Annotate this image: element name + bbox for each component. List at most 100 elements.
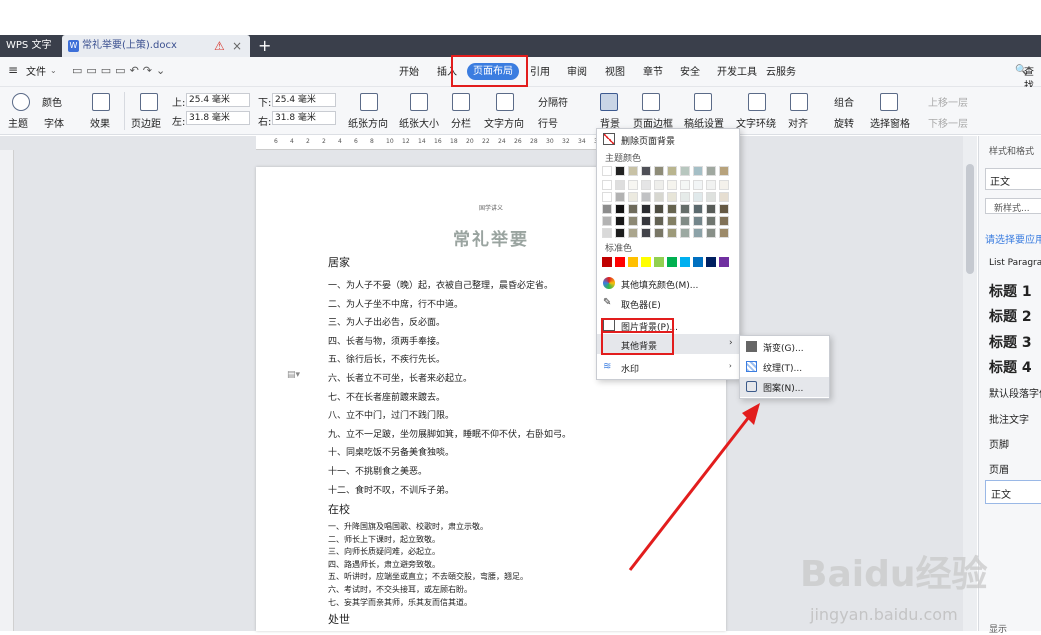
effect-icon[interactable] <box>92 93 110 111</box>
paper-size-icon[interactable] <box>410 93 428 111</box>
menu-security[interactable]: 安全 <box>680 66 700 80</box>
line-number-button[interactable]: 行号 <box>538 115 558 130</box>
color-swatch[interactable] <box>654 228 664 238</box>
color-swatch[interactable] <box>680 257 690 267</box>
top-margin-input[interactable]: 25.4 毫米 <box>186 93 250 107</box>
color-swatch[interactable] <box>680 166 690 176</box>
menu-developer[interactable]: 开发工具 <box>717 66 757 80</box>
color-swatch[interactable] <box>693 257 703 267</box>
orientation-button[interactable]: 纸张方向 <box>348 115 388 130</box>
color-swatch[interactable] <box>654 192 664 202</box>
gradient-item[interactable]: 渐变(G)... <box>763 341 804 354</box>
style-normal[interactable]: 正文 <box>985 480 1041 504</box>
menu-review[interactable]: 审阅 <box>567 66 587 80</box>
color-swatch[interactable] <box>693 216 703 226</box>
color-swatch[interactable] <box>680 204 690 214</box>
color-swatch[interactable] <box>693 228 703 238</box>
current-style-field[interactable]: 正文 <box>985 168 1041 190</box>
color-swatch[interactable] <box>706 204 716 214</box>
right-margin-input[interactable]: 31.8 毫米 <box>272 111 336 125</box>
standard-color-row[interactable] <box>602 257 734 269</box>
text-direction-icon[interactable] <box>496 93 514 111</box>
menu-view[interactable]: 视图 <box>605 66 625 80</box>
quick-access-icons[interactable]: ▭▭▭▭↶↷⌄ <box>72 64 169 77</box>
style-heading3[interactable]: 标题 3 <box>989 332 1032 352</box>
color-swatch[interactable] <box>706 166 716 176</box>
style-footer[interactable]: 页脚 <box>989 436 1009 451</box>
color-swatch[interactable] <box>628 228 638 238</box>
selection-pane-icon[interactable] <box>880 93 898 111</box>
paper-size-button[interactable]: 纸张大小 <box>399 115 439 130</box>
color-swatch[interactable] <box>615 204 625 214</box>
columns-icon[interactable] <box>452 93 470 111</box>
color-swatch[interactable] <box>693 180 703 190</box>
color-swatch[interactable] <box>680 180 690 190</box>
page-border-icon[interactable] <box>642 93 660 111</box>
color-swatch[interactable] <box>628 180 638 190</box>
color-swatch[interactable] <box>680 228 690 238</box>
rotate-button[interactable]: 旋转 <box>834 115 854 130</box>
theme-button[interactable]: 主题 <box>8 115 28 130</box>
align-icon[interactable] <box>790 93 808 111</box>
color-swatch[interactable] <box>706 180 716 190</box>
color-swatch[interactable] <box>628 204 638 214</box>
group-button[interactable]: 组合 <box>834 94 854 109</box>
grid-paper-icon[interactable] <box>694 93 712 111</box>
color-swatch[interactable] <box>667 180 677 190</box>
columns-button[interactable]: 分栏 <box>451 115 471 130</box>
style-list-paragraph[interactable]: List Paragraph <box>989 258 1041 268</box>
color-swatch[interactable] <box>615 192 625 202</box>
menu-reference[interactable]: 引用 <box>530 66 550 80</box>
color-swatch[interactable] <box>602 257 612 267</box>
color-swatch[interactable] <box>641 228 651 238</box>
more-fill-colors-item[interactable]: 其他填充颜色(M)... <box>621 278 698 291</box>
effect-button[interactable]: 效果 <box>90 115 110 130</box>
color-swatch[interactable] <box>602 192 612 202</box>
style-heading1[interactable]: 标题 1 <box>989 281 1032 301</box>
color-swatch[interactable] <box>654 166 664 176</box>
color-swatch[interactable] <box>602 166 612 176</box>
color-swatch[interactable] <box>706 216 716 226</box>
color-swatch[interactable] <box>641 257 651 267</box>
style-header[interactable]: 页眉 <box>989 461 1009 476</box>
color-swatch[interactable] <box>641 192 651 202</box>
color-swatch[interactable] <box>667 228 677 238</box>
text-wrap-button[interactable]: 文字环绕 <box>736 115 776 130</box>
pattern-item[interactable]: 图案(N)... <box>763 381 803 394</box>
color-swatch[interactable] <box>693 204 703 214</box>
color-swatch[interactable] <box>641 216 651 226</box>
menu-hamburger-icon[interactable]: ≡ <box>8 63 18 77</box>
color-swatch[interactable] <box>628 192 638 202</box>
color-swatch[interactable] <box>654 180 664 190</box>
scrollbar-thumb[interactable] <box>966 164 974 274</box>
color-swatch[interactable] <box>615 180 625 190</box>
selection-pane-button[interactable]: 选择窗格 <box>870 115 910 130</box>
color-swatch[interactable] <box>615 166 625 176</box>
color-swatch[interactable] <box>719 216 729 226</box>
menu-start[interactable]: 开始 <box>399 66 419 80</box>
color-swatch[interactable] <box>719 257 729 267</box>
color-swatch[interactable] <box>693 166 703 176</box>
new-tab-button[interactable]: + <box>258 35 274 57</box>
color-swatch[interactable] <box>602 216 612 226</box>
color-swatch[interactable] <box>680 192 690 202</box>
color-swatch[interactable] <box>719 192 729 202</box>
color-swatch[interactable] <box>667 166 677 176</box>
vertical-ruler[interactable] <box>0 150 14 631</box>
color-swatch[interactable] <box>628 216 638 226</box>
menu-search[interactable]: 查找 <box>1024 66 1041 92</box>
color-swatch[interactable] <box>654 204 664 214</box>
chevron-down-icon[interactable]: ⌄ <box>50 66 57 75</box>
color-swatch[interactable] <box>602 180 612 190</box>
color-swatch[interactable] <box>719 180 729 190</box>
color-swatch[interactable] <box>641 166 651 176</box>
color-swatch[interactable] <box>680 216 690 226</box>
color-swatch[interactable] <box>693 192 703 202</box>
color-swatch[interactable] <box>719 204 729 214</box>
color-swatch[interactable] <box>641 204 651 214</box>
color-swatch[interactable] <box>615 257 625 267</box>
color-button[interactable]: 颜色 <box>42 94 62 109</box>
color-swatch[interactable] <box>667 192 677 202</box>
style-heading2[interactable]: 标题 2 <box>989 306 1032 326</box>
color-swatch[interactable] <box>628 257 638 267</box>
